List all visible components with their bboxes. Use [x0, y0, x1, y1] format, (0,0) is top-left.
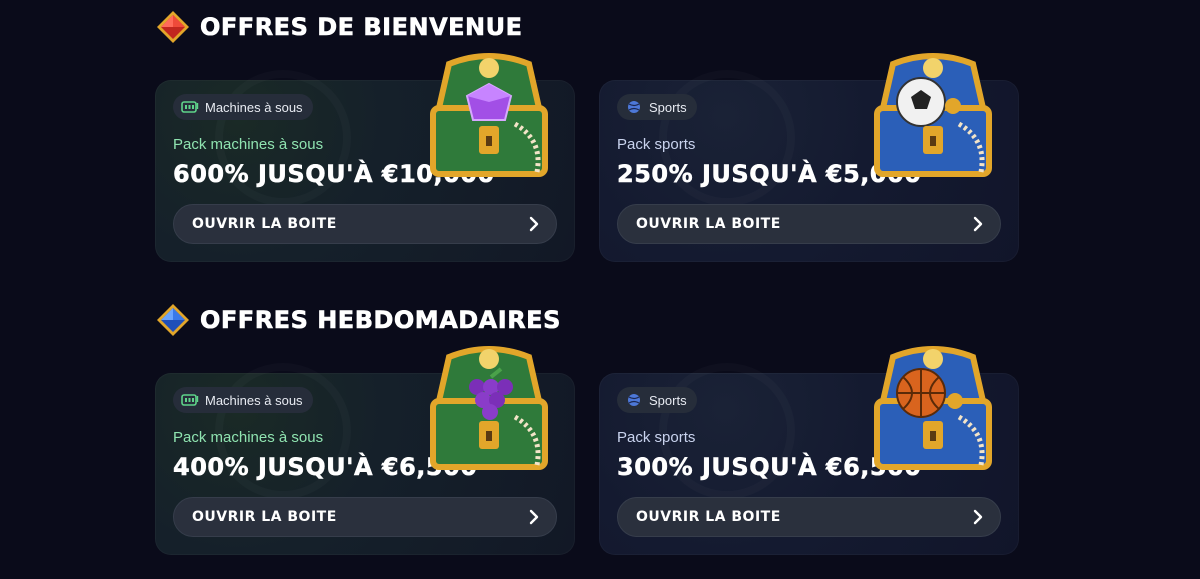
open-box-label: OUVRIR LA BOITE [636, 509, 781, 525]
pack-label: Pack machines à sous [173, 136, 324, 153]
section-title: OFFRES HEBDOMADAIRES [200, 306, 561, 335]
badge-label: Machines à sous [205, 99, 303, 115]
badge-label: Sports [649, 392, 687, 408]
treasure-chest-soccer-image [874, 53, 992, 177]
open-box-button[interactable]: OUVRIR LA BOITE [173, 497, 557, 537]
chevron-right-icon [973, 216, 983, 232]
category-badge: Machines à sous [173, 387, 313, 413]
treasure-chest-basketball-image [874, 346, 992, 470]
sports-ball-icon [625, 393, 643, 407]
offers-page: OFFRES DE BIENVENUE Machines à sous Pack… [0, 0, 1200, 579]
pack-label: Pack sports [617, 136, 696, 153]
welcome-offers-header: OFFRES DE BIENVENUE [156, 10, 523, 44]
section-title: OFFRES DE BIENVENUE [200, 13, 523, 42]
category-badge: Sports [617, 94, 697, 120]
chevron-right-icon [529, 216, 539, 232]
treasure-chest-grapes-image [430, 346, 548, 470]
badge-label: Machines à sous [205, 392, 303, 408]
treasure-chest-gem-image [430, 53, 548, 177]
weekly-offers-header: OFFRES HEBDOMADAIRES [156, 303, 561, 337]
welcome-sports-offer-card: Sports Pack sports 250% JUSQU'À €5,000 O… [599, 53, 1019, 262]
open-box-button[interactable]: OUVRIR LA BOITE [173, 204, 557, 244]
category-badge: Sports [617, 387, 697, 413]
welcome-slots-offer-card: Machines à sous Pack machines à sous 600… [155, 53, 575, 262]
chevron-right-icon [529, 509, 539, 525]
sports-ball-icon [625, 100, 643, 114]
slot-machine-icon [181, 393, 199, 407]
slot-machine-icon [181, 100, 199, 114]
pack-label: Pack machines à sous [173, 429, 324, 446]
weekly-slots-offer-card: Machines à sous Pack machines à sous 400… [155, 346, 575, 555]
weekly-sports-offer-card: Sports Pack sports 300% JUSQU'À €6,500 O… [599, 346, 1019, 555]
blue-gem-icon [157, 304, 189, 336]
badge-label: Sports [649, 99, 687, 115]
open-box-button[interactable]: OUVRIR LA BOITE [617, 497, 1001, 537]
open-box-label: OUVRIR LA BOITE [192, 216, 337, 232]
open-box-label: OUVRIR LA BOITE [636, 216, 781, 232]
red-gem-icon [157, 11, 189, 43]
chevron-right-icon [973, 509, 983, 525]
open-box-label: OUVRIR LA BOITE [192, 509, 337, 525]
open-box-button[interactable]: OUVRIR LA BOITE [617, 204, 1001, 244]
pack-label: Pack sports [617, 429, 696, 446]
category-badge: Machines à sous [173, 94, 313, 120]
